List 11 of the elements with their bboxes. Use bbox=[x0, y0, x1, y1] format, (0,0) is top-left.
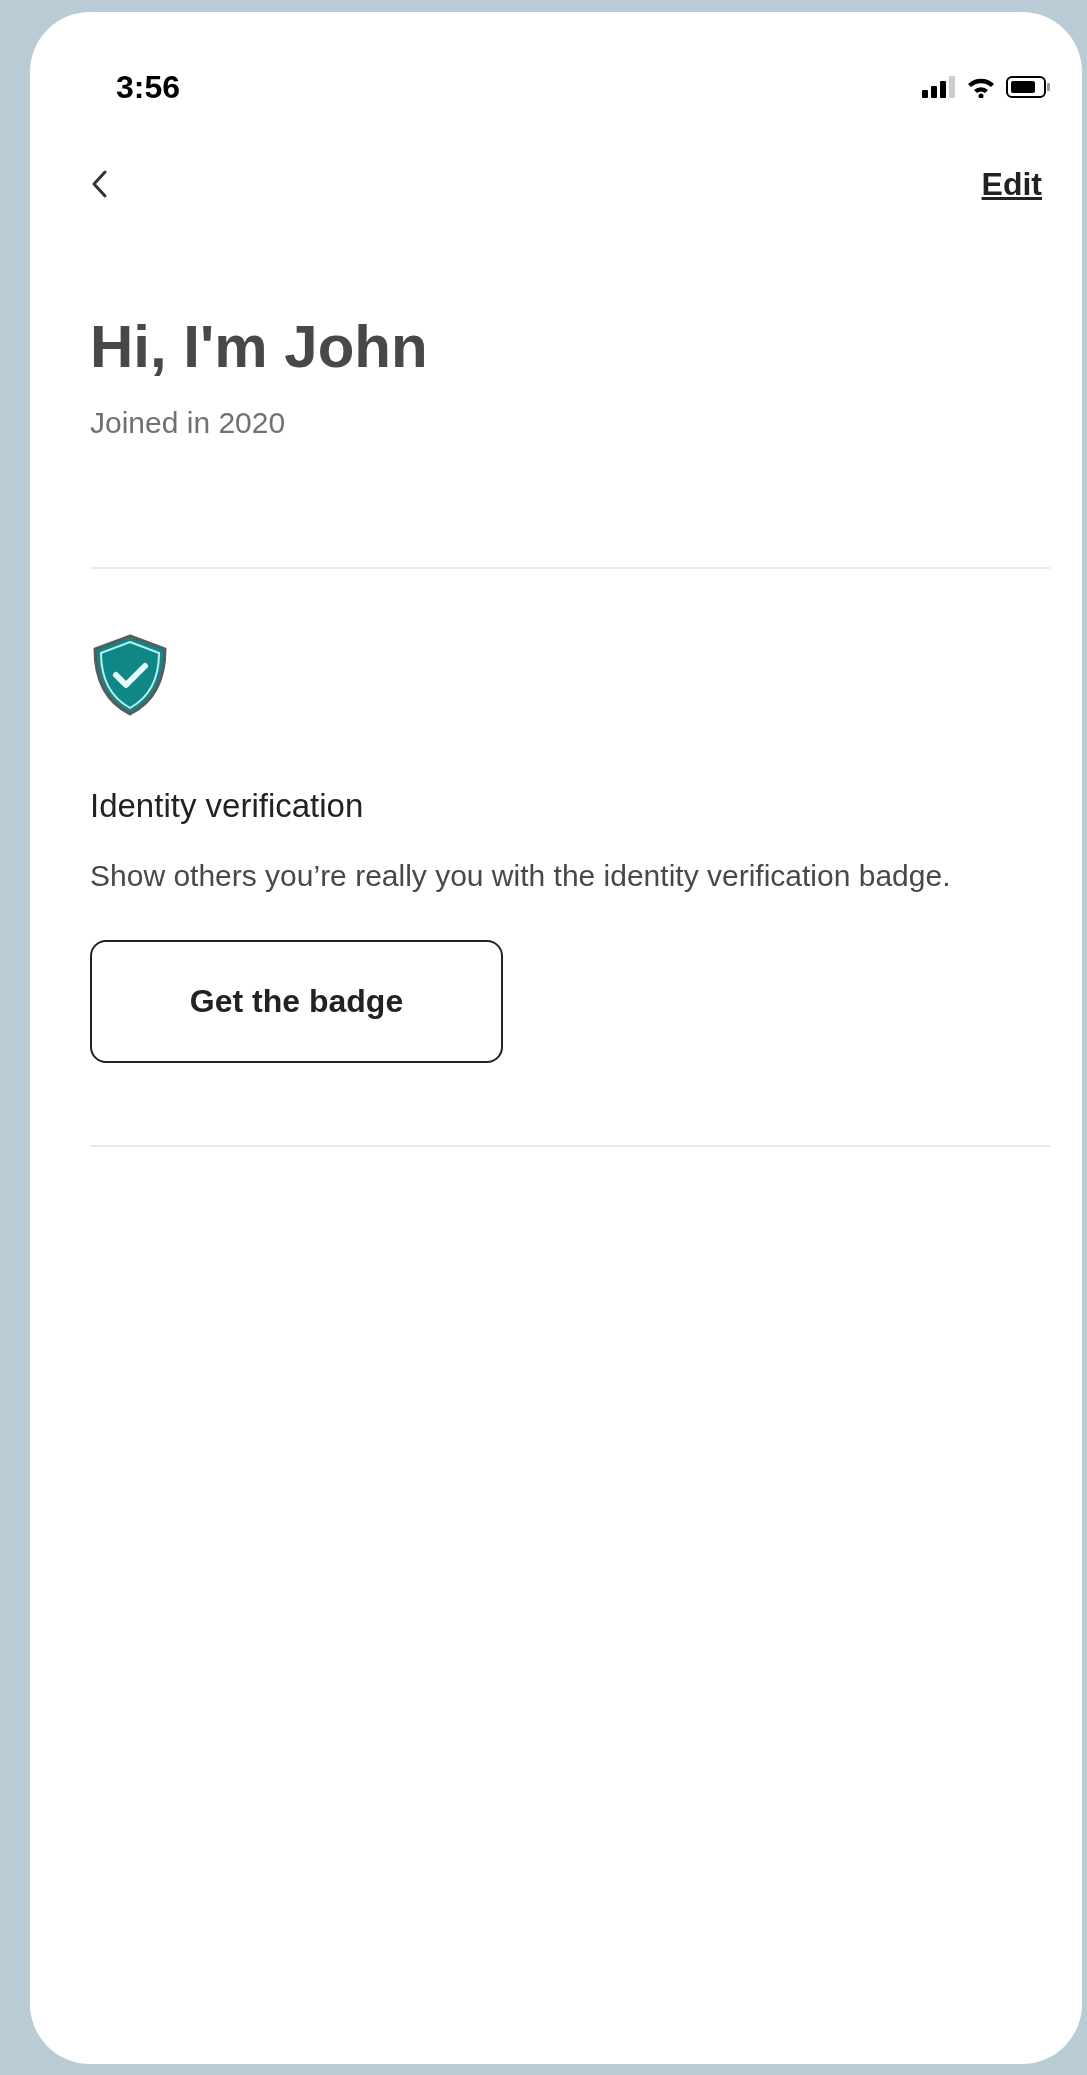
signal-icon bbox=[922, 76, 956, 98]
battery-icon bbox=[1006, 76, 1050, 98]
get-badge-button[interactable]: Get the badge bbox=[90, 939, 503, 1063]
section-description: Show others you’re really you with the identity verification badge. bbox=[90, 857, 952, 894]
edit-link[interactable]: Edit bbox=[981, 160, 1050, 208]
profile-heading: Hi, I'm John bbox=[90, 312, 429, 382]
back-icon[interactable] bbox=[90, 169, 108, 199]
section-heading: Identity verification bbox=[90, 786, 365, 826]
wifi-icon bbox=[966, 76, 996, 98]
joined-text: Joined in 2020 bbox=[90, 405, 287, 441]
status-time: 3:56 bbox=[116, 68, 181, 107]
